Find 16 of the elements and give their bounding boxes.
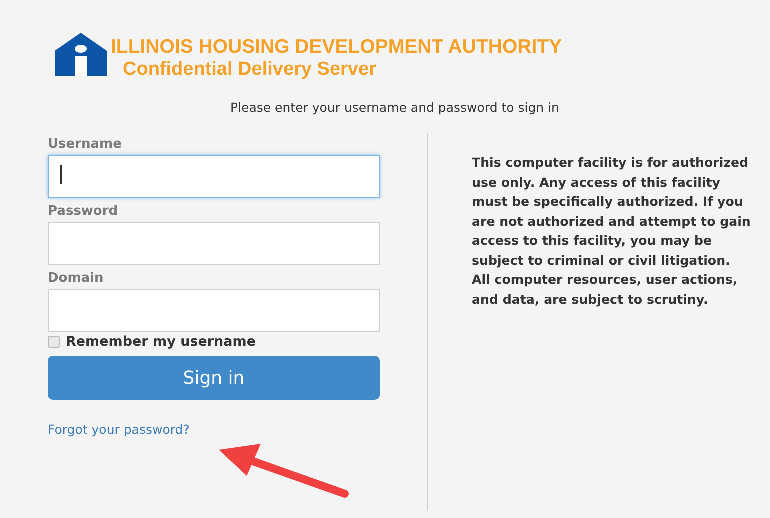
agency-title: ILLINOIS HOUSING DEVELOPMENT AUTHORITY [111,35,562,59]
text-field[interactable] [48,155,380,198]
remember-checkbox[interactable] [48,336,60,348]
house-logo-icon [55,33,107,76]
sign-in-prompt: Please enter your username and password to sign in [230,100,560,115]
sign-in-button[interactable]: Sign in [48,356,380,400]
forgot-password-link[interactable]: Forgot your password? [48,422,190,437]
text-field[interactable] [48,289,380,332]
field-label: Password [48,204,120,220]
field-label: Domain [48,271,105,287]
remember-label: Remember my username [66,334,256,350]
security-notice: This computer facility is for authorized use only. Any access of this facility must be specifically authorized. If you are not authorized and attempt to gain access to this facility, you may be subject to criminal or civil litigation. All computer resources, user actions, and data, are subject to scrutiny. [472,154,752,309]
field-label: Username [48,137,123,153]
text-cursor [60,165,62,184]
server-subtitle: Confidential Delivery Server [122,59,378,81]
text-field[interactable] [48,222,380,265]
